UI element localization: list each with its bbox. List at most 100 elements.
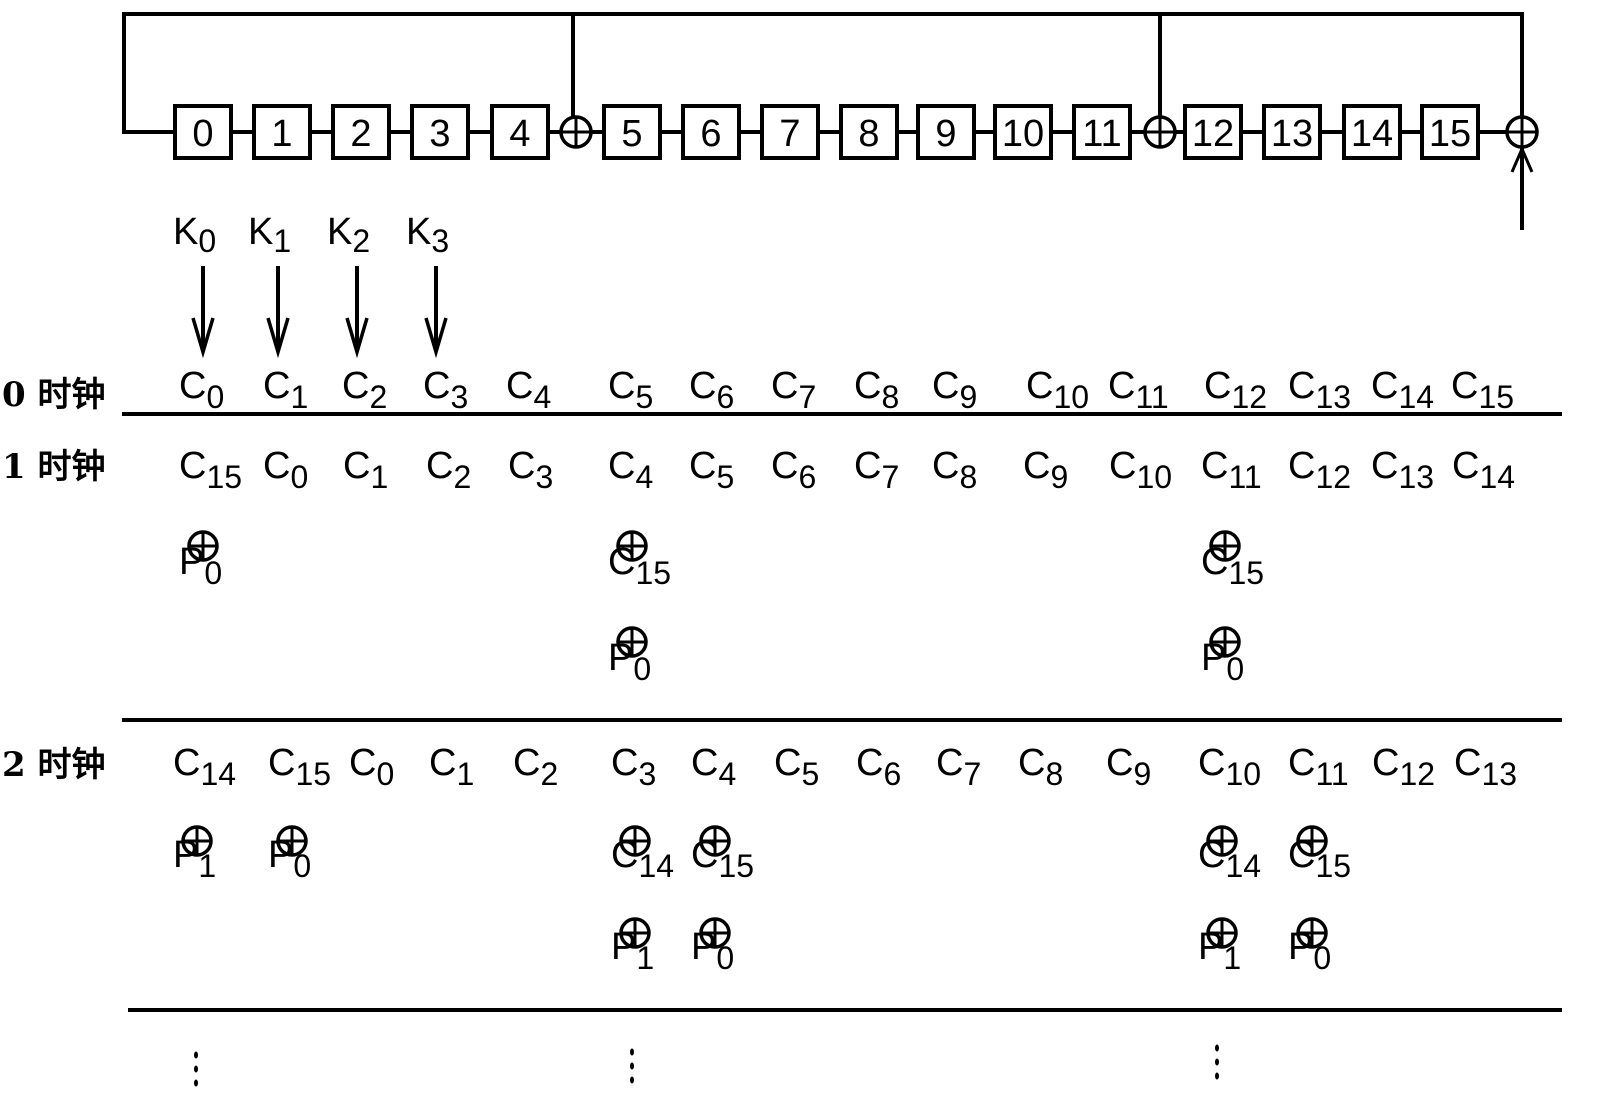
term: C9 — [932, 365, 977, 415]
term: C12 — [1204, 365, 1267, 415]
state-cell: C5 — [774, 742, 819, 792]
term: C15 — [179, 445, 242, 495]
register-cell-0: 0 — [173, 104, 233, 160]
state-cell: C5 — [689, 445, 734, 495]
term: C11 — [1108, 365, 1169, 415]
state-cell: C8 — [854, 365, 899, 415]
term: C2 — [426, 445, 471, 495]
term: C15 — [268, 742, 331, 792]
register-label: 9 — [935, 113, 956, 155]
clock-state-table: 0 时钟 C0 C1 C2 C3 C4 C5 C6 C7 C8 C9 C10 C11 C12 C13 C14 C… — [2, 365, 1562, 1087]
register-label: 7 — [779, 113, 800, 155]
state-cell: C2 — [342, 365, 387, 415]
register-label: 12 — [1192, 113, 1234, 155]
register-cell-7: 7 — [760, 104, 820, 160]
ellipsis-icon — [194, 1051, 198, 1087]
key-input-2: K2 — [327, 211, 370, 359]
term: C9 — [1106, 742, 1151, 792]
state-cell: C7 — [854, 445, 899, 495]
register-label: 10 — [1002, 113, 1044, 155]
register-cell-9: 9 — [916, 104, 976, 160]
key-label: K1 — [248, 211, 291, 259]
term: C15 — [1451, 365, 1514, 415]
term: C11 — [1288, 742, 1349, 792]
term: C4 — [506, 365, 551, 415]
register-cell-4: 4 — [490, 104, 550, 160]
ellipsis-icon — [1215, 1044, 1219, 1080]
state-cell: C3 — [508, 445, 553, 495]
state-cell: C0 — [179, 365, 224, 415]
term: C10 — [1109, 445, 1172, 495]
register-label: 3 — [429, 113, 450, 155]
state-cell: C1 — [343, 445, 388, 495]
state-cell: C10 — [1109, 445, 1172, 495]
state-cell: C15P0 — [268, 742, 331, 884]
term: C1 — [263, 365, 308, 415]
term: C13 — [1288, 365, 1351, 415]
register-label: 1 — [271, 113, 292, 155]
term: C7 — [854, 445, 899, 495]
key-input-3: K3 — [406, 211, 449, 359]
key-label: K0 — [173, 211, 216, 259]
term: C7 — [771, 365, 816, 415]
state-cell: C12 — [1204, 365, 1267, 415]
register-label: 2 — [350, 113, 371, 155]
register-cell-3: 3 — [410, 104, 470, 160]
term: C12 — [1288, 445, 1351, 495]
state-cell: C14 — [1452, 445, 1515, 495]
register-cell-5: 5 — [602, 104, 662, 160]
key-input-0: K0 — [173, 211, 216, 359]
register-cell-15: 15 — [1420, 104, 1480, 160]
state-cell: C14P1 — [173, 742, 236, 884]
lfsr-clock-diagram: 0 1 2 3 4 5 6 7 8 9 10 11 12 13 14 15 K0 K1 K2 K3 0 时钟 C0 C1… — [2, 12, 1562, 1087]
term: C2 — [513, 742, 558, 792]
state-cell: C7 — [771, 365, 816, 415]
state-cell: C1 — [263, 365, 308, 415]
state-cell: C12 — [1288, 445, 1351, 495]
term: C14 — [1371, 365, 1434, 415]
term: C14 — [1452, 445, 1515, 495]
state-cell: C11C15P0 — [1201, 445, 1264, 687]
term: C4 — [608, 445, 653, 495]
term: C6 — [689, 365, 734, 415]
term: C0 — [179, 365, 224, 415]
state-cell: C6 — [689, 365, 734, 415]
key-inputs: K0 K1 K2 K3 — [173, 211, 449, 359]
term: C6 — [771, 445, 816, 495]
state-cell: C11 — [1108, 365, 1169, 415]
term: C4 — [691, 742, 736, 792]
register-label: 13 — [1271, 113, 1313, 155]
term: C10 — [1198, 742, 1261, 792]
term: C5 — [774, 742, 819, 792]
state-cell: C4C15P0 — [691, 742, 754, 976]
register-label: 0 — [192, 113, 213, 155]
register-label: 11 — [1082, 113, 1121, 155]
clock-row-2: 2 时钟 C14P1 C15P0 C0 C1 C2 C3C14P1 C4C15P0 C5 C6 C7… — [2, 742, 1517, 976]
state-cell: C2 — [513, 742, 558, 792]
term: C5 — [608, 365, 653, 415]
register-cell-6: 6 — [681, 104, 741, 160]
state-cell: C3 — [423, 365, 468, 415]
key-label: K2 — [327, 211, 370, 259]
register-label: 5 — [621, 113, 642, 155]
xor-gate-icon — [1505, 115, 1539, 149]
state-cell: C1 — [429, 742, 474, 792]
register-label: 15 — [1429, 113, 1471, 155]
state-cell: C15P0 — [179, 445, 242, 591]
clock-label: 1 时钟 — [2, 447, 106, 487]
clock-row-1: 1 时钟 C15P0C0 C1 C2 C3 C4C15P0C5 C6 C7 C8 C9 C10 C11… — [2, 445, 1515, 687]
term: C2 — [342, 365, 387, 415]
term: C1 — [429, 742, 474, 792]
term: C15 — [1201, 541, 1264, 591]
term: C8 — [1018, 742, 1063, 792]
xor-gate-icon — [559, 115, 593, 149]
state-cell: C13 — [1454, 742, 1517, 792]
state-cell: C12 — [1372, 742, 1435, 792]
register-cell-13: 13 — [1262, 104, 1322, 160]
state-cell: C3C14P1 — [611, 742, 674, 976]
state-cell: C5 — [608, 365, 653, 415]
term: C1 — [343, 445, 388, 495]
register-cell-1: 1 — [252, 104, 312, 160]
clock-row-0: 0 时钟 C0 C1 C2 C3 C4 C5 C6 C7 C8 C9 C10 C11 C12 C13 C14 C… — [2, 365, 1514, 415]
term: C12 — [1372, 742, 1435, 792]
